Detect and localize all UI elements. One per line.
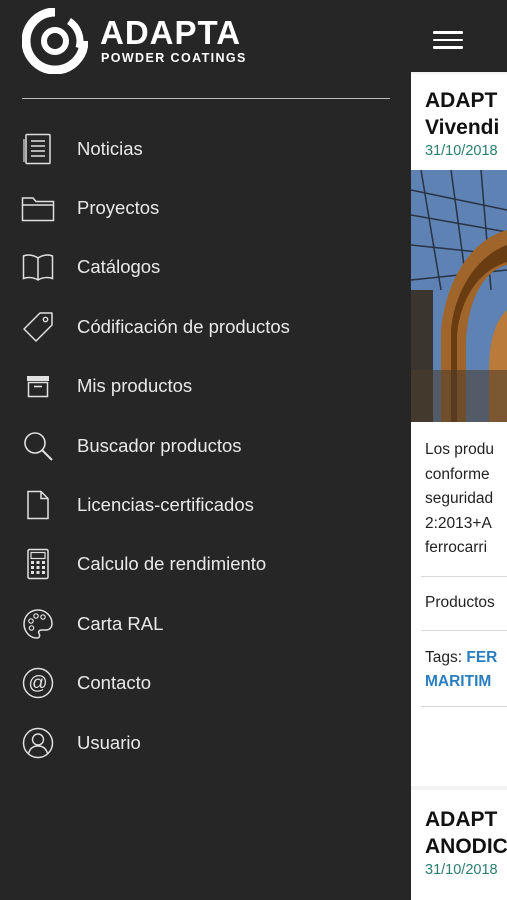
menu-item-licencias[interactable]: Licencias-certificados (0, 475, 411, 534)
news-date: 31/10/2018 (425, 862, 498, 878)
menu-item-buscador[interactable]: Buscador productos (0, 416, 411, 475)
tag-icon (21, 310, 55, 344)
top-bar (411, 0, 507, 72)
search-icon (21, 429, 55, 463)
menu-item-label: Carta RAL (77, 612, 164, 634)
palette-icon (21, 607, 55, 641)
news-excerpt-line: Los produ (425, 441, 494, 458)
drawer-divider (22, 98, 390, 99)
folder-icon (21, 191, 55, 225)
drawer-menu: Noticias Proyectos Catálogos Códificació… (0, 119, 411, 772)
menu-item-calculo[interactable]: Calculo de rendimiento (0, 535, 411, 594)
main-content: ADAPT Vivendi 31/10/2018 Los produ confo… (411, 0, 507, 900)
news-icon (21, 132, 55, 166)
news-excerpt-line: ferrocarri (425, 539, 488, 556)
hamburger-menu-icon[interactable] (433, 31, 463, 49)
news-title-line: Vivendi (425, 116, 500, 139)
menu-item-label: Usuario (77, 731, 141, 753)
news-title-line: ADAPT (425, 89, 498, 112)
menu-item-label: Licencias-certificados (77, 494, 254, 516)
news-excerpt-line: conforme (425, 465, 490, 483)
tag-link[interactable]: MARITIM (425, 673, 491, 690)
card-divider (421, 706, 507, 707)
news-card[interactable]: ADAPT ANODIC 31/10/2018 (411, 790, 507, 900)
brand-tagline: POWDER COATINGS (101, 51, 247, 65)
brand-logo-mark (22, 8, 88, 74)
menu-item-label: Contacto (77, 672, 152, 694)
menu-item-codificacion[interactable]: Códificación de productos (0, 297, 411, 356)
menu-item-label: Catálogos (77, 256, 161, 278)
card-divider (421, 630, 507, 631)
menu-item-carta-ral[interactable]: Carta RAL (0, 594, 411, 653)
brand-logo: ADAPTA POWDER COATINGS (22, 8, 282, 74)
menu-item-proyectos[interactable]: Proyectos (0, 178, 411, 237)
book-icon (21, 250, 55, 284)
user-icon (21, 726, 55, 760)
card-divider (421, 576, 507, 577)
svg-text:@: @ (28, 673, 47, 694)
tags-label: Tags: (425, 649, 463, 666)
menu-item-mis-productos[interactable]: Mis productos (0, 357, 411, 416)
news-tags: Tags: FER MARITIM (425, 646, 497, 694)
menu-item-label: Códificación de productos (77, 315, 290, 337)
calculator-icon (21, 547, 55, 581)
news-title-line: ADAPT (425, 808, 498, 831)
archive-box-icon (21, 369, 55, 403)
menu-item-label: Noticias (77, 137, 143, 159)
menu-item-label: Proyectos (77, 197, 160, 219)
news-date: 31/10/2018 (425, 143, 498, 159)
navigation-drawer: ADAPTA POWDER COATINGS Noticias Proyecto… (0, 0, 411, 900)
news-card[interactable]: ADAPT Vivendi 31/10/2018 Los produ confo… (411, 74, 507, 786)
menu-item-label: Calculo de rendimiento (77, 553, 267, 575)
menu-item-noticias[interactable]: Noticias (0, 119, 411, 178)
menu-item-usuario[interactable]: Usuario (0, 713, 411, 772)
menu-item-catalogos[interactable]: Catálogos (0, 238, 411, 297)
at-sign-icon: @ (21, 666, 55, 700)
news-category[interactable]: Productos (425, 591, 495, 616)
news-photo (411, 170, 507, 422)
news-title-line: ANODIC (425, 835, 507, 858)
news-excerpt-line: seguridad (425, 490, 494, 507)
document-icon (21, 488, 55, 522)
news-excerpt-line: 2:2013+A (425, 514, 492, 532)
menu-item-label: Buscador productos (77, 434, 242, 456)
menu-item-label: Mis productos (77, 375, 193, 397)
menu-item-contacto[interactable]: @ Contacto (0, 654, 411, 713)
brand-name: ADAPTA (100, 14, 242, 51)
tag-link[interactable]: FER (466, 649, 497, 666)
